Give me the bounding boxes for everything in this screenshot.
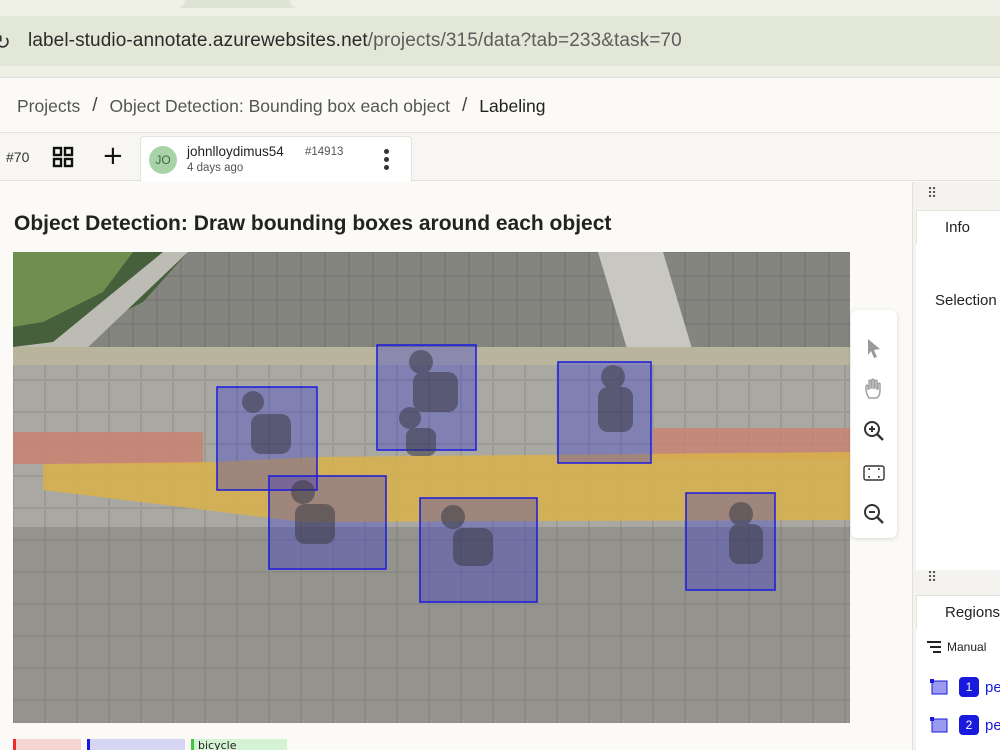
tab-regions[interactable]: Regions — [916, 595, 1000, 629]
breadcrumb-project[interactable]: Object Detection: Bounding box each obje… — [110, 96, 451, 117]
canvas-tools — [851, 310, 897, 538]
address-text[interactable]: label-studio-annotate.azurewebsites.net/… — [28, 30, 682, 52]
annotation-user: johnlloydimus54 — [187, 144, 284, 159]
breadcrumb-current: Labeling — [479, 95, 546, 116]
breadcrumb-separator: / — [462, 95, 468, 116]
label-chip[interactable]: bicycle — [191, 739, 287, 750]
annotation-tab[interactable]: JO johnlloydimus54 #14913 4 days ago — [140, 136, 412, 182]
region-item[interactable]: 1 pe — [929, 676, 1000, 698]
more-options-icon[interactable] — [381, 147, 391, 173]
browser-tab[interactable] — [0, 0, 185, 8]
labeling-area: Object Detection: Draw bounding boxes ar… — [0, 182, 912, 750]
drag-handle-icon[interactable]: ⠿ — [927, 186, 937, 202]
label-chip[interactable] — [87, 739, 185, 750]
zoom-in-icon[interactable] — [862, 419, 886, 443]
url-path: /projects/315/data?tab=233&task=70 — [367, 30, 682, 51]
url-host: label-studio-annotate.azurewebsites.net — [28, 30, 368, 51]
image-canvas[interactable] — [13, 252, 850, 723]
region-label: pe — [985, 716, 1000, 734]
task-toolbar: #70 + JO johnlloydimus54 #14913 4 days a… — [0, 133, 1000, 182]
sort-manual[interactable]: Manual — [927, 640, 986, 654]
region-item[interactable]: 2 pe — [929, 714, 1000, 736]
zoom-out-icon[interactable] — [862, 502, 886, 526]
avatar: JO — [149, 146, 177, 174]
annotation-time: 4 days ago — [187, 162, 244, 174]
label-chips: bicycle — [13, 739, 293, 750]
sort-manual-label: Manual — [947, 640, 987, 654]
label-chip[interactable] — [13, 739, 81, 750]
sort-lines-icon — [927, 641, 941, 653]
browser-tab[interactable] — [290, 0, 1000, 8]
hand-icon[interactable] — [862, 377, 886, 401]
pointer-icon[interactable] — [862, 336, 886, 360]
rectangle-region-icon — [930, 679, 948, 695]
add-annotation-button[interactable]: + — [102, 143, 124, 169]
info-panel: Info Selection — [916, 210, 1000, 570]
reload-icon[interactable]: ↻ — [0, 30, 11, 54]
region-number: 2 — [959, 715, 979, 735]
selection-label: Selection — [935, 292, 997, 309]
page-title: Object Detection: Draw bounding boxes ar… — [14, 212, 612, 235]
task-id: #70 — [6, 149, 30, 165]
side-panel: ⠿ Info Selection ⠿ Regions Manual 1 pe 2… — [912, 182, 1000, 750]
annotation-number: #14913 — [305, 146, 344, 158]
fit-icon[interactable] — [862, 461, 886, 485]
breadcrumb-projects[interactable]: Projects — [17, 96, 80, 117]
breadcrumb: Projects / Object Detection: Bounding bo… — [17, 94, 545, 118]
breadcrumb-separator: / — [92, 95, 98, 116]
tab-info[interactable]: Info — [916, 210, 1000, 244]
grid-icon[interactable] — [52, 146, 74, 168]
rectangle-region-icon — [930, 717, 948, 733]
region-label: pe — [985, 678, 1000, 696]
bounding-boxes-layer[interactable] — [13, 252, 850, 723]
region-number: 1 — [959, 677, 979, 697]
drag-handle-icon[interactable]: ⠿ — [927, 570, 937, 586]
browser-chrome: ↻ label-studio-annotate.azurewebsites.ne… — [0, 0, 1000, 78]
